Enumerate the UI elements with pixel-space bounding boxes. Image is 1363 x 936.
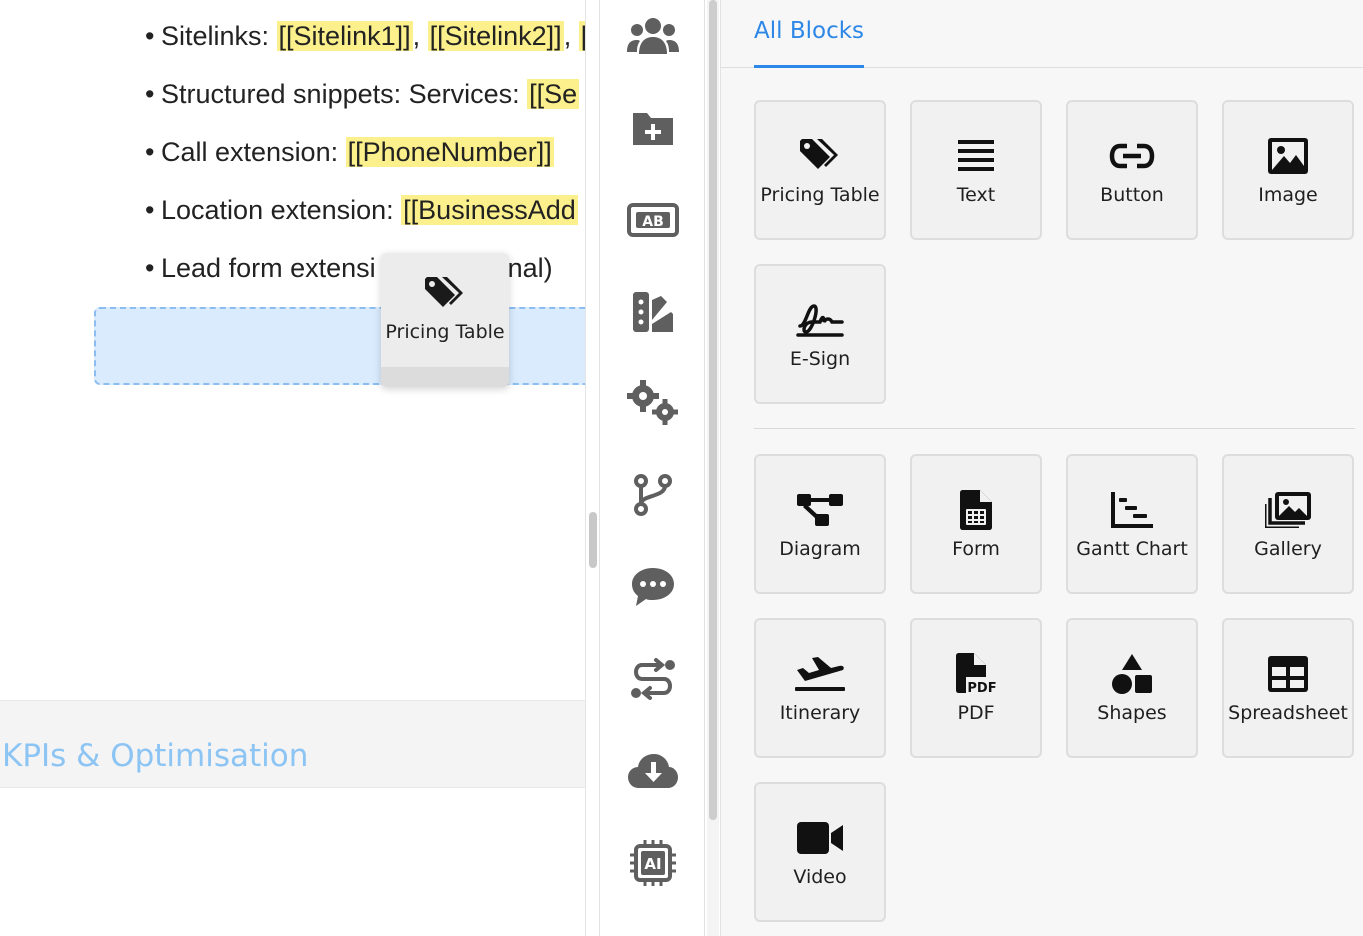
bullet-structured-snippets[interactable]: • Structured snippets: Services: [[Se: [145, 75, 580, 113]
signature-icon: [796, 304, 844, 337]
shapes-icon: [1112, 654, 1152, 694]
branch-icon[interactable]: [626, 468, 680, 522]
comments-icon[interactable]: [626, 560, 680, 614]
svg-text:AI: AI: [644, 855, 661, 873]
settings-icon[interactable]: [626, 376, 680, 430]
block-shapes[interactable]: Shapes: [1066, 618, 1198, 758]
block-label: Spreadsheet: [1228, 702, 1348, 724]
block-label: PDF: [957, 702, 995, 724]
bullet-prefix: Sitelinks:: [161, 21, 277, 51]
tags-icon: [425, 277, 463, 307]
variables-icon[interactable]: AB: [626, 193, 680, 247]
block-button[interactable]: Button: [1066, 100, 1198, 240]
block-label: Image: [1258, 184, 1318, 206]
block-spreadsheet[interactable]: Spreadsheet: [1222, 618, 1354, 758]
block-gantt-chart[interactable]: Gantt Chart: [1066, 454, 1198, 594]
image-icon: [1268, 138, 1308, 174]
block-label: Form: [952, 538, 1000, 560]
automation-icon[interactable]: [626, 652, 680, 706]
plane-icon: [795, 657, 845, 691]
blocks-panel: All Blocks Pricing Table Text Button Ima…: [720, 0, 1363, 936]
block-gallery[interactable]: Gallery: [1222, 454, 1354, 594]
merge-field-sitelink2[interactable]: [[Sitelink2]]: [427, 21, 564, 51]
section-title: KPIs & Optimisation: [2, 738, 309, 774]
video-icon: [797, 822, 843, 854]
block-diagram[interactable]: Diagram: [754, 454, 886, 594]
blocks-divider: [754, 428, 1355, 429]
block-label: E-Sign: [789, 348, 851, 370]
bullet-call-extension[interactable]: • Call extension: [[PhoneNumber]]: [145, 133, 554, 171]
users-icon[interactable]: [626, 10, 680, 64]
block-label: Video: [793, 866, 847, 888]
link-icon: [1109, 143, 1155, 169]
bullet-suffix: nal): [507, 253, 553, 283]
add-folder-icon[interactable]: [626, 101, 680, 155]
block-label: Gallery: [1254, 538, 1322, 560]
block-text[interactable]: Text: [910, 100, 1042, 240]
drag-preview-pricing-table[interactable]: Pricing Table: [381, 253, 509, 387]
form-icon: [960, 490, 992, 530]
diagram-icon: [797, 494, 843, 526]
merge-field-sitelink3[interactable]: [[: [578, 21, 585, 51]
cloud-download-icon[interactable]: [626, 744, 680, 798]
block-pricing-table[interactable]: Pricing Table: [754, 100, 886, 240]
merge-field-phone-number[interactable]: [[PhoneNumber]]: [345, 137, 554, 167]
block-label: Gantt Chart: [1076, 538, 1188, 560]
block-label: Text: [956, 184, 996, 206]
drag-preview-label: Pricing Table: [385, 321, 505, 343]
tab-all-blocks[interactable]: All Blocks: [754, 0, 865, 68]
section-header[interactable]: KPIs & Optimisation: [0, 700, 585, 788]
merge-field-sitelink1[interactable]: [[Sitelink1]]: [276, 21, 413, 51]
gantt-icon: [1111, 492, 1153, 528]
bullet-prefix: Structured snippets: Services:: [161, 79, 528, 109]
ai-chip-icon[interactable]: AI: [626, 836, 680, 890]
bullet-sitelinks[interactable]: • Sitelinks: [[Sitelink1]], [[Sitelink2]]…: [145, 17, 585, 55]
rail-scroll-thumb[interactable]: [709, 0, 717, 820]
text-lines-icon: [958, 140, 994, 171]
svg-text:AB: AB: [642, 214, 664, 230]
tags-icon: [800, 139, 838, 169]
block-drop-zone[interactable]: [94, 307, 585, 385]
merge-field-business-address[interactable]: [[BusinessAdd: [401, 195, 578, 225]
bullet-location-extension[interactable]: • Location extension: [[BusinessAdd: [145, 191, 578, 229]
block-video[interactable]: Video: [754, 782, 886, 922]
document-editor[interactable]: • Sitelinks: [[Sitelink1]], [[Sitelink2]]…: [0, 0, 586, 936]
bullet-prefix: Location extension:: [161, 195, 402, 225]
spreadsheet-icon: [1268, 656, 1308, 692]
block-image[interactable]: Image: [1222, 100, 1354, 240]
block-label: Shapes: [1097, 702, 1167, 724]
separator: ,: [563, 21, 579, 51]
block-form[interactable]: Form: [910, 454, 1042, 594]
bullet-prefix: Lead form extensi: [161, 253, 376, 283]
block-pdf[interactable]: PDF PDF: [910, 618, 1042, 758]
panel-tabbar: All Blocks: [721, 0, 1363, 68]
block-label: Button: [1100, 184, 1164, 206]
svg-text:PDF: PDF: [967, 681, 996, 695]
block-label: Itinerary: [779, 702, 861, 724]
pdf-icon: PDF: [956, 653, 998, 695]
document-scrollbar[interactable]: [589, 512, 597, 568]
block-label: Diagram: [779, 538, 861, 560]
block-itinerary[interactable]: Itinerary: [754, 618, 886, 758]
separator: ,: [412, 21, 428, 51]
rail-scrollbar[interactable]: [707, 0, 719, 936]
block-label: Pricing Table: [760, 184, 880, 206]
merge-field-services[interactable]: [[Se: [527, 79, 580, 109]
gallery-icon: [1265, 492, 1311, 528]
block-e-sign[interactable]: E-Sign: [754, 264, 886, 404]
sidebar-rail: AB AI: [599, 0, 705, 936]
bullet-prefix: Call extension:: [161, 137, 346, 167]
styles-icon[interactable]: [626, 285, 680, 339]
